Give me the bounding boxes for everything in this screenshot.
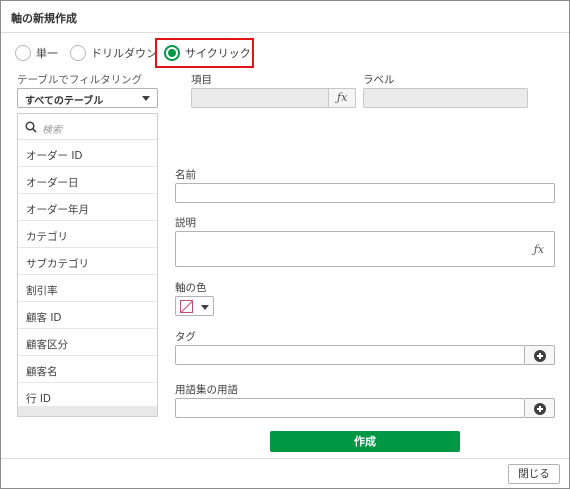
- filter-label: テーブルでフィルタリング: [17, 74, 143, 86]
- create-dimension-dialog: 軸の新規作成 単一 ドリルダウン サイクリック テーブルでフィルタリング すべて…: [0, 0, 570, 489]
- list-item-label: オーダー日: [26, 177, 79, 189]
- list-item[interactable]: オーダー ID: [18, 140, 157, 167]
- dialog-title: 軸の新規作成: [11, 12, 77, 25]
- list-item-label: 顧客名: [26, 366, 58, 378]
- item-expression-button[interactable]: ƒx: [328, 88, 356, 108]
- item-column-label: 項目: [191, 74, 212, 86]
- plus-icon: [534, 350, 546, 362]
- list-item-label: 行 ID: [26, 393, 52, 405]
- close-button[interactable]: 閉じる: [508, 464, 560, 484]
- highlight-box: [155, 38, 254, 68]
- add-glossary-term-button[interactable]: [525, 398, 555, 418]
- description-label: 説明: [175, 217, 196, 229]
- list-item-label: 顧客 ID: [26, 312, 62, 324]
- list-item-label: カテゴリ: [26, 231, 68, 243]
- dialog-footer: 閉じる: [1, 458, 569, 488]
- radio-circle[interactable]: [70, 45, 86, 61]
- label-field-input[interactable]: [363, 88, 528, 108]
- radio-circle[interactable]: [15, 45, 31, 61]
- list-item[interactable]: 顧客 ID: [18, 302, 157, 329]
- color-swatch-icon: [180, 300, 193, 313]
- table-filter-value: すべてのテーブル: [25, 96, 104, 107]
- radio-drilldown[interactable]: ドリルダウン: [70, 45, 157, 61]
- name-label: 名前: [175, 169, 196, 181]
- list-item-label: 割引率: [26, 285, 58, 297]
- search-placeholder: 検索: [42, 125, 62, 136]
- list-item-label: オーダー年月: [26, 204, 89, 216]
- glossary-input[interactable]: [175, 398, 525, 418]
- list-scroll-edge[interactable]: [18, 406, 157, 416]
- list-item[interactable]: 割引率: [18, 275, 157, 302]
- list-item-label: サブカテゴリ: [26, 258, 89, 270]
- fx-icon: ƒx: [337, 91, 348, 104]
- name-input[interactable]: [175, 183, 555, 203]
- plus-icon: [534, 403, 546, 415]
- color-label: 軸の色: [175, 282, 207, 294]
- label-column-label: ラベル: [363, 74, 395, 86]
- list-item-label: 顧客区分: [26, 339, 68, 351]
- fx-icon[interactable]: ƒx: [534, 243, 544, 256]
- list-item[interactable]: オーダー日: [18, 167, 157, 194]
- radio-single-label: 単一: [36, 47, 58, 60]
- radio-drilldown-label: ドリルダウン: [91, 47, 157, 60]
- list-item[interactable]: 顧客区分: [18, 329, 157, 356]
- field-list: 検索 オーダー ID オーダー日 オーダー年月 カテゴリ サブカテゴリ 割引率 …: [17, 113, 158, 417]
- dialog-header: 軸の新規作成: [1, 1, 569, 33]
- field-search[interactable]: 検索: [18, 114, 157, 140]
- tags-label: タグ: [175, 331, 196, 343]
- table-filter-select[interactable]: すべてのテーブル: [17, 88, 158, 108]
- list-item[interactable]: サブカテゴリ: [18, 248, 157, 275]
- search-icon: [25, 121, 37, 133]
- list-item[interactable]: 顧客名: [18, 356, 157, 383]
- item-field-input[interactable]: [191, 88, 329, 108]
- chevron-down-icon: [201, 305, 209, 310]
- radio-single[interactable]: 単一: [15, 45, 58, 61]
- chevron-down-icon: [142, 96, 150, 101]
- list-item-label: オーダー ID: [26, 150, 83, 162]
- description-input[interactable]: ƒx: [175, 231, 555, 267]
- list-item[interactable]: オーダー年月: [18, 194, 157, 221]
- tags-input[interactable]: [175, 345, 525, 365]
- list-item[interactable]: カテゴリ: [18, 221, 157, 248]
- dimension-color-picker[interactable]: [175, 296, 214, 316]
- create-button[interactable]: 作成: [270, 431, 460, 452]
- glossary-label: 用語集の用語: [175, 384, 238, 396]
- add-tag-button[interactable]: [525, 345, 555, 365]
